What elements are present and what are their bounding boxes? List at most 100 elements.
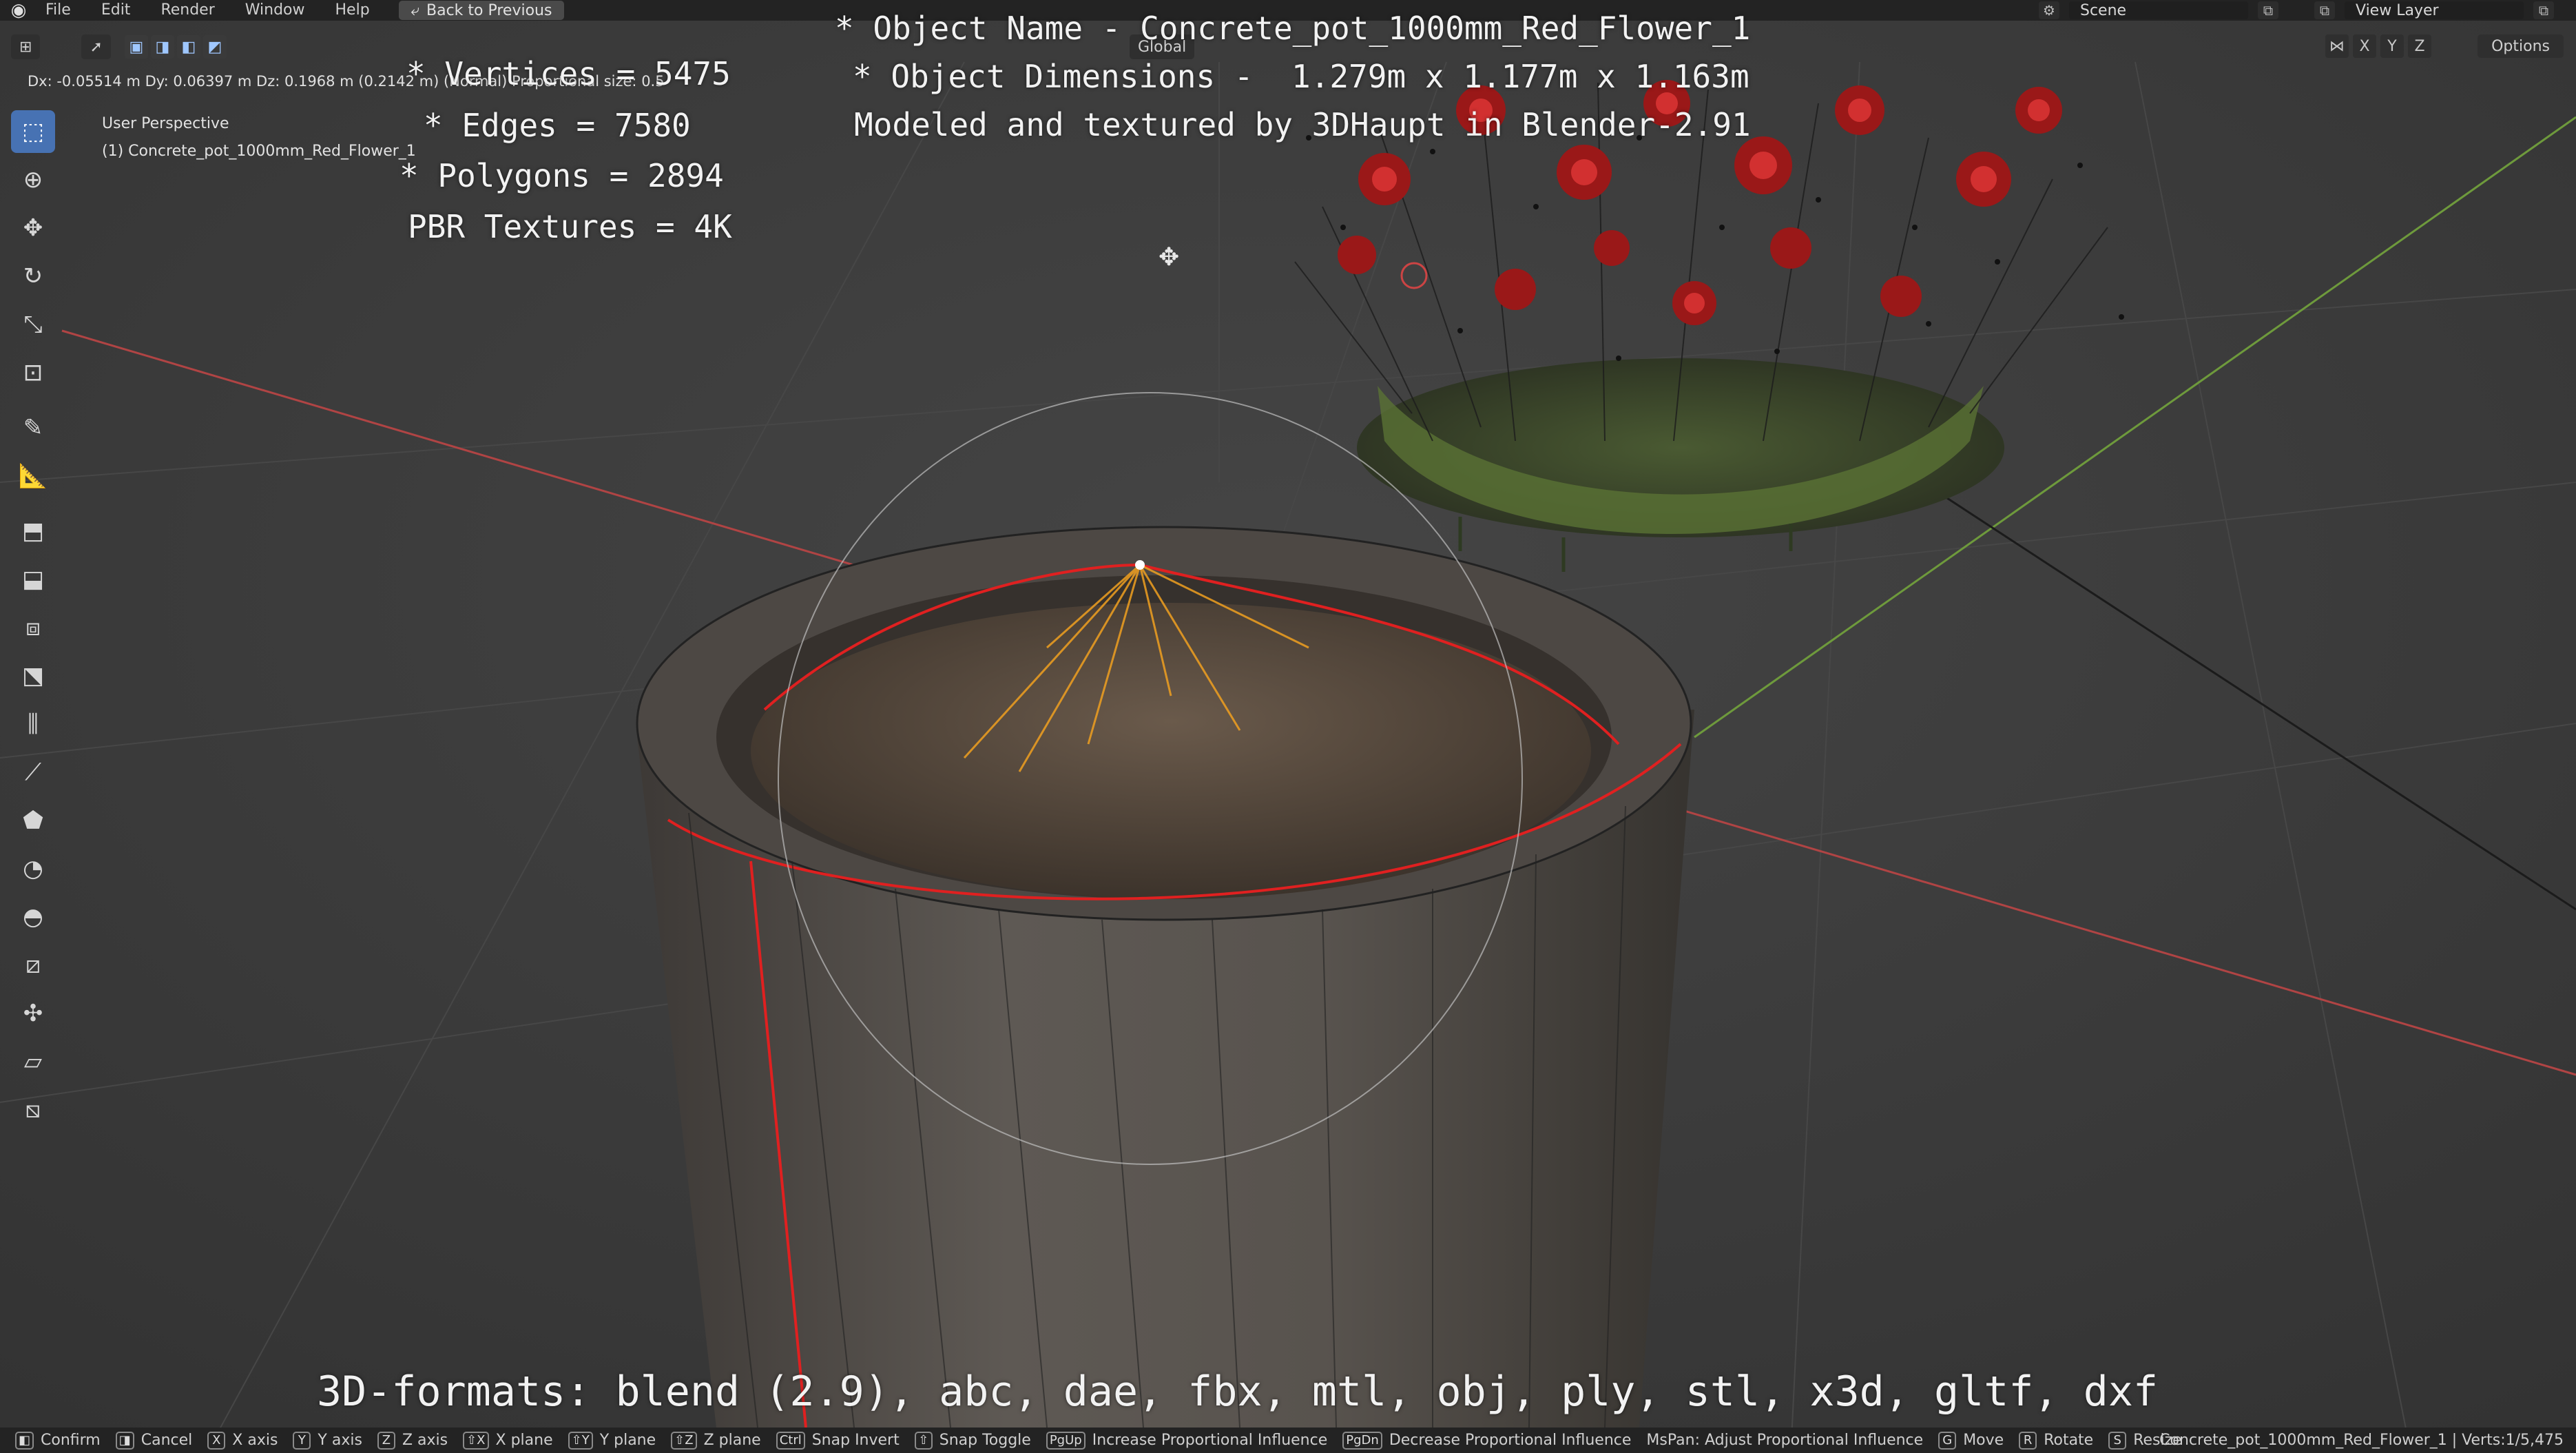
hint-label: X axis bbox=[232, 1432, 278, 1449]
pbr-textures-text: PBR Textures = 4K bbox=[408, 208, 732, 245]
knife-tool-icon[interactable]: ⟋ bbox=[11, 751, 55, 794]
rip-region-tool-icon[interactable]: ⧅ bbox=[11, 1089, 55, 1131]
options-dropdown[interactable]: Options bbox=[2478, 34, 2564, 58]
spin-tool-icon[interactable]: ◔ bbox=[11, 847, 55, 890]
select-new-icon[interactable]: ▣ bbox=[124, 35, 148, 59]
menu-window[interactable]: Window bbox=[230, 0, 320, 21]
menu-file[interactable]: File bbox=[30, 0, 86, 21]
key-badge: ⇧X bbox=[463, 1431, 489, 1450]
hint-snap-toggle: ⇧ Snap Toggle bbox=[914, 1431, 1031, 1450]
select-extend-icon[interactable]: ◨ bbox=[150, 35, 174, 59]
axis-y-button[interactable]: Y bbox=[2380, 34, 2404, 58]
selection-mode-buttons: ▣ ◨ ◧ ◩ bbox=[124, 35, 227, 59]
scene-name-field[interactable]: Scene bbox=[2069, 1, 2248, 19]
key-badge: X bbox=[207, 1431, 226, 1450]
key-badge: PgDn bbox=[1342, 1431, 1382, 1450]
inset-tool-icon[interactable]: ⧈ bbox=[11, 606, 55, 649]
polygons-count-text: * Polygons = 2894 bbox=[399, 157, 724, 194]
key-badge: PgUp bbox=[1046, 1431, 1086, 1450]
object-dimensions-text: * Object Dimensions - 1.279m x 1.177m x … bbox=[853, 58, 1749, 95]
measure-tool-icon[interactable]: 📐 bbox=[11, 455, 55, 497]
move-tool-icon[interactable]: ✥ bbox=[11, 207, 55, 249]
extrude-tool-icon[interactable]: ⬓ bbox=[11, 558, 55, 601]
scale-tool-icon[interactable]: ⤡ bbox=[11, 303, 55, 346]
scene-browse-icon[interactable]: ⚙ bbox=[2039, 1, 2059, 19]
mouse-left-icon: ◧ bbox=[15, 1431, 34, 1450]
hint-y-axis: Y Y axis bbox=[293, 1431, 362, 1450]
hint-y-plane: ⇧Y Y plane bbox=[568, 1431, 656, 1450]
key-badge: ⇧Z bbox=[671, 1431, 697, 1450]
edge-slide-tool-icon[interactable]: ⧄ bbox=[11, 944, 55, 987]
mouse-right-icon: ◨ bbox=[115, 1431, 134, 1450]
key-badge: G bbox=[1938, 1431, 1957, 1450]
scene-new-icon[interactable]: ⧉ bbox=[2258, 1, 2278, 19]
modeled-by-text: Modeled and textured by 3DHaupt in Blend… bbox=[854, 106, 1751, 143]
hint-z-axis: Z Z axis bbox=[377, 1431, 448, 1450]
hint-decrease-influence: PgDn Decrease Proportional Influence bbox=[1342, 1431, 1632, 1450]
hint-label: Increase Proportional Influence bbox=[1092, 1432, 1328, 1449]
select-box-tool-icon[interactable]: ⬚ bbox=[11, 110, 55, 153]
mirror-icon[interactable]: ⋈ bbox=[2325, 34, 2349, 58]
vertices-count-text: * Vertices = 5475 bbox=[406, 55, 731, 92]
hint-x-axis: X X axis bbox=[207, 1431, 278, 1450]
select-invert-icon[interactable]: ◩ bbox=[202, 35, 227, 59]
view-layer-name-field[interactable]: View Layer bbox=[2345, 1, 2524, 19]
view-layer-selector: ⧉ View Layer ⧉ bbox=[2314, 0, 2554, 21]
blender-logo-icon[interactable]: ◉ bbox=[7, 0, 30, 21]
object-name-text: * Object Name - Concrete_pot_1000mm_Red_… bbox=[835, 10, 1751, 47]
annotate-tool-icon[interactable]: ✎ bbox=[11, 406, 55, 449]
shear-tool-icon[interactable]: ▱ bbox=[11, 1040, 55, 1083]
back-icon: ⤶ bbox=[411, 1, 419, 19]
hint-label: MsPan: Adjust Proportional Influence bbox=[1646, 1432, 1924, 1449]
cursor-tool-icon[interactable]: ⊕ bbox=[11, 158, 55, 201]
shrink-fatten-tool-icon[interactable]: ✣ bbox=[11, 992, 55, 1035]
formats-text: 3D-formats: blend (2.9), abc, dae, fbx, … bbox=[317, 1368, 2159, 1416]
move-cursor-icon: ✥ bbox=[1159, 243, 1179, 271]
hint-x-plane: ⇧X X plane bbox=[463, 1431, 553, 1450]
hint-adjust-influence: MsPan: Adjust Proportional Influence bbox=[1646, 1432, 1923, 1449]
scene-statistics: Concrete_pot_1000mm_Red_Flower_1 | Verts… bbox=[2159, 1432, 2564, 1449]
key-badge: Ctrl bbox=[776, 1431, 805, 1450]
view-layer-browse-icon[interactable]: ⧉ bbox=[2314, 1, 2335, 19]
hint-snap-invert: Ctrl Snap Invert bbox=[776, 1431, 900, 1450]
select-mode-cursor-icon[interactable]: ➚ bbox=[81, 34, 111, 59]
hint-cancel: ◨ Cancel bbox=[115, 1431, 192, 1450]
key-badge: R bbox=[2019, 1431, 2037, 1450]
axis-x-button[interactable]: X bbox=[2353, 34, 2376, 58]
hint-label: X plane bbox=[495, 1432, 553, 1449]
rotate-tool-icon[interactable]: ↻ bbox=[11, 255, 55, 298]
scene-selector: ⚙ Scene ⧉ bbox=[2039, 0, 2278, 21]
transform-tool-icon[interactable]: ⊡ bbox=[11, 351, 55, 394]
edges-count-text: * Edges = 7580 bbox=[424, 107, 691, 144]
bevel-tool-icon[interactable]: ⬔ bbox=[11, 655, 55, 697]
poly-build-tool-icon[interactable]: ⬟ bbox=[11, 799, 55, 842]
smooth-tool-icon[interactable]: ◓ bbox=[11, 896, 55, 938]
menu-render[interactable]: Render bbox=[145, 0, 229, 21]
menu-help[interactable]: Help bbox=[320, 0, 385, 21]
key-badge: S bbox=[2108, 1431, 2127, 1450]
view-name: User Perspective bbox=[102, 115, 229, 132]
axis-z-button[interactable]: Z bbox=[2408, 34, 2431, 58]
editor-type-icon[interactable]: ⊞ bbox=[11, 34, 41, 59]
hint-label: Y axis bbox=[318, 1432, 362, 1449]
hint-label: Z axis bbox=[402, 1432, 448, 1449]
hint-label: Snap Toggle bbox=[939, 1432, 1031, 1449]
menu-edit[interactable]: Edit bbox=[86, 0, 146, 21]
status-bar: ◧ Confirm ◨ Cancel X X axis Y Y axis Z Z axis… bbox=[0, 1428, 2576, 1453]
tool-shelf: ⬚ ⊕ ✥ ↻ ⤡ ⊡ ✎ 📐 ⬒ ⬓ ⧈ ⬔ ⫼ ⟋ ⬟ ◔ ◓ ⧄ ✣ ▱ … bbox=[11, 110, 55, 1137]
select-subtract-icon[interactable]: ◧ bbox=[176, 35, 200, 59]
back-to-previous-button[interactable]: ⤶ Back to Previous bbox=[398, 1, 565, 20]
view-layer-new-icon[interactable]: ⧉ bbox=[2533, 1, 2554, 19]
add-cube-tool-icon[interactable]: ⬒ bbox=[11, 510, 55, 553]
hint-label: Decrease Proportional Influence bbox=[1389, 1432, 1632, 1449]
viewport-info: User Perspective (1) Concrete_pot_1000mm… bbox=[102, 110, 416, 165]
loop-cut-tool-icon[interactable]: ⫼ bbox=[11, 703, 55, 745]
mirror-axis-buttons: ⋈ X Y Z bbox=[2325, 34, 2431, 58]
key-badge: ⇧Y bbox=[568, 1431, 593, 1450]
active-object-label: (1) Concrete_pot_1000mm_Red_Flower_1 bbox=[102, 143, 416, 160]
viewport-3d-scene[interactable]: ✥ bbox=[0, 0, 2576, 1453]
hint-increase-influence: PgUp Increase Proportional Influence bbox=[1046, 1431, 1328, 1450]
back-to-previous-label: Back to Previous bbox=[426, 1, 552, 19]
key-badge: ⇧ bbox=[914, 1431, 933, 1450]
hint-confirm: ◧ Confirm bbox=[15, 1431, 101, 1450]
